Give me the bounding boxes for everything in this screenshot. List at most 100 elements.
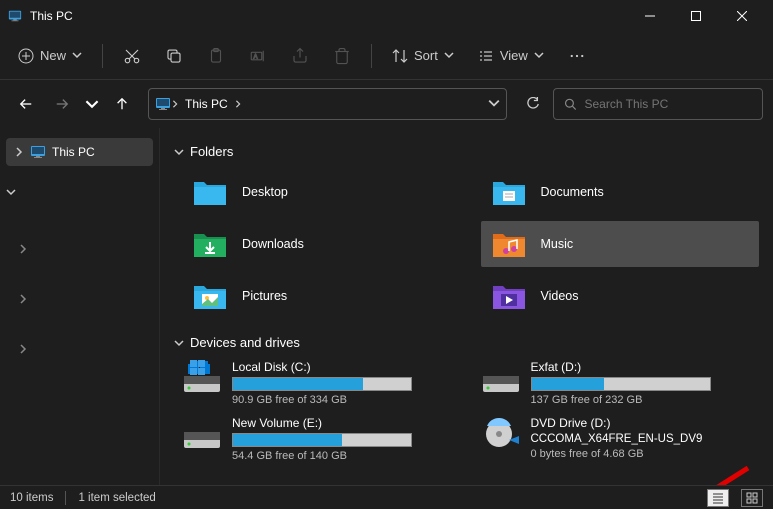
folder-music[interactable]: Music [481, 221, 760, 267]
navigation-pane: This PC [0, 128, 160, 485]
sort-button[interactable]: Sort [382, 42, 464, 70]
more-button[interactable] [558, 41, 596, 71]
rename-button[interactable]: A [239, 41, 277, 71]
sidebar-item-this-pc[interactable]: This PC [6, 138, 153, 166]
folder-label: Documents [541, 185, 604, 199]
folder-icon [192, 281, 228, 311]
content-pane: Folders Desktop Documents Downloads Musi… [160, 128, 773, 485]
drive-free: 54.4 GB free of 140 GB [232, 450, 461, 462]
annotation-arrow [633, 463, 753, 485]
title-bar: This PC [0, 0, 773, 32]
drive-dvd-d[interactable]: DVD Drive (D:) CCCOMA_X64FRE_EN-US_DV9 0… [481, 416, 760, 462]
this-pc-icon [155, 96, 171, 112]
status-selected: 1 item selected [78, 492, 155, 504]
back-button[interactable] [10, 88, 42, 120]
drive-sub: CCCOMA_X64FRE_EN-US_DV9 [531, 433, 760, 445]
chevron-right-icon [234, 97, 242, 111]
folder-videos[interactable]: Videos [481, 273, 760, 319]
chevron-down-icon [174, 147, 184, 157]
drive-free: 0 bytes free of 4.68 GB [531, 448, 760, 460]
chevron-right-icon [171, 97, 179, 111]
search-icon [564, 97, 576, 111]
copy-button[interactable] [155, 41, 193, 71]
command-bar: New A Sort View [0, 32, 773, 80]
folder-documents[interactable]: Documents [481, 169, 760, 215]
folder-label: Music [541, 237, 574, 251]
view-button[interactable]: View [468, 42, 554, 70]
group-header-folders[interactable]: Folders [174, 144, 759, 159]
drive-name: Local Disk (C:) [232, 360, 461, 374]
divider [371, 44, 372, 68]
navigation-bar: This PC [0, 80, 773, 128]
folder-icon [192, 177, 228, 207]
new-button[interactable]: New [8, 42, 92, 70]
folder-icon [491, 229, 527, 259]
drive-name: Exfat (D:) [531, 360, 760, 374]
chevron-down-icon [72, 48, 82, 63]
divider [102, 44, 103, 68]
drive-icon [182, 360, 222, 396]
group-label: Devices and drives [190, 335, 300, 350]
minimize-button[interactable] [627, 0, 673, 32]
forward-button[interactable] [46, 88, 78, 120]
chevron-down-icon[interactable] [488, 97, 500, 112]
folder-label: Desktop [242, 185, 288, 199]
folder-label: Videos [541, 289, 579, 303]
window-title: This PC [30, 9, 627, 23]
up-button[interactable] [106, 88, 138, 120]
folder-label: Pictures [242, 289, 287, 303]
cut-button[interactable] [113, 41, 151, 71]
search-input[interactable] [584, 97, 752, 111]
recent-button[interactable] [82, 88, 102, 120]
svg-text:A: A [254, 54, 258, 60]
delete-button[interactable] [323, 41, 361, 71]
folder-icon [491, 281, 527, 311]
group-label: Folders [190, 144, 233, 159]
folder-desktop[interactable]: Desktop [182, 169, 461, 215]
refresh-button[interactable] [517, 88, 549, 120]
chevron-right-icon[interactable] [18, 243, 28, 257]
sort-label: Sort [414, 48, 438, 63]
drive-local-c[interactable]: Local Disk (C:) 90.9 GB free of 334 GB [182, 360, 461, 406]
folder-pictures[interactable]: Pictures [182, 273, 461, 319]
chevron-right-icon[interactable] [18, 293, 28, 307]
chevron-right-icon[interactable] [18, 343, 28, 357]
folder-icon [491, 177, 527, 207]
drive-name: DVD Drive (D:) [531, 416, 760, 430]
drive-free: 90.9 GB free of 334 GB [232, 394, 461, 406]
details-view-button[interactable] [707, 489, 729, 507]
folder-label: Downloads [242, 237, 304, 251]
folder-downloads[interactable]: Downloads [182, 221, 461, 267]
usage-bar [531, 377, 711, 391]
app-icon [8, 9, 22, 24]
folder-icon [192, 229, 228, 259]
chevron-down-icon [174, 338, 184, 348]
chevron-down-icon [444, 48, 454, 63]
sidebar-label: This PC [52, 145, 95, 159]
group-header-devices[interactable]: Devices and drives [174, 335, 759, 350]
breadcrumb[interactable]: This PC [148, 88, 507, 120]
breadcrumb-segment[interactable]: This PC [185, 97, 228, 111]
search-box[interactable] [553, 88, 763, 120]
chevron-down-icon [534, 48, 544, 63]
drive-exfat-d[interactable]: Exfat (D:) 137 GB free of 232 GB [481, 360, 760, 406]
share-button[interactable] [281, 41, 319, 71]
drive-icon [182, 416, 222, 452]
large-icons-view-button[interactable] [741, 489, 763, 507]
paste-button[interactable] [197, 41, 235, 71]
drive-icon [481, 360, 521, 396]
chevron-down-icon[interactable] [6, 186, 16, 200]
usage-bar [232, 433, 412, 447]
close-button[interactable] [719, 0, 765, 32]
drive-name: New Volume (E:) [232, 416, 461, 430]
this-pc-icon [30, 144, 46, 160]
maximize-button[interactable] [673, 0, 719, 32]
new-label: New [40, 48, 66, 63]
dvd-icon [481, 416, 521, 452]
view-label: View [500, 48, 528, 63]
drive-free: 137 GB free of 232 GB [531, 394, 760, 406]
chevron-right-icon[interactable] [14, 147, 24, 157]
divider [65, 491, 66, 505]
usage-bar [232, 377, 412, 391]
drive-new-volume-e[interactable]: New Volume (E:) 54.4 GB free of 140 GB [182, 416, 461, 462]
